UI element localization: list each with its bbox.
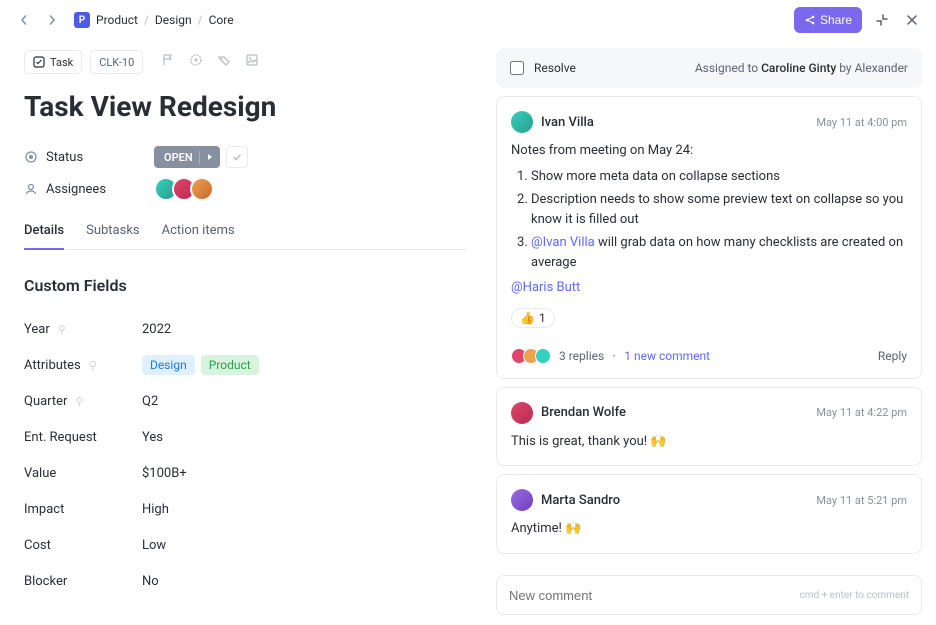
cf-label-blocker: Blocker <box>24 574 142 589</box>
breadcrumb-space[interactable]: Product <box>96 13 138 27</box>
cf-label-impact: Impact <box>24 502 142 517</box>
mention-link[interactable]: @Ivan Villa <box>531 235 595 250</box>
tabs: Details Subtasks Action items <box>24 223 466 250</box>
comment-body: Notes from meeting on May 24: Show more … <box>511 141 907 298</box>
cf-label-year: Year⚲ <box>24 322 142 337</box>
left-panel: Task CLK-10 Task View Redesign Status OP… <box>0 40 490 625</box>
image-icon[interactable] <box>245 53 259 71</box>
comment-time: May 11 at 4:22 pm <box>816 406 907 419</box>
breadcrumb: P Product / Design / Core <box>74 12 234 28</box>
pin-icon: ⚲ <box>89 359 97 372</box>
cf-label-ent-request: Ent. Request <box>24 430 142 445</box>
cf-value-blocker[interactable]: No <box>142 574 159 589</box>
status-next-icon[interactable] <box>199 151 214 164</box>
resolve-label[interactable]: Resolve <box>534 61 576 75</box>
cf-label-value: Value <box>24 466 142 481</box>
comment-card: Brendan Wolfe May 11 at 4:22 pm This is … <box>496 387 922 467</box>
avatar <box>511 111 533 133</box>
right-panel: Resolve Assigned to Caroline Ginty by Al… <box>490 40 936 625</box>
task-type-chip[interactable]: Task <box>24 50 82 74</box>
resolve-checkbox[interactable] <box>510 61 524 75</box>
comment-composer[interactable]: cmd + enter to comment <box>496 575 922 615</box>
comment-card: Ivan Villa May 11 at 4:00 pm Notes from … <box>496 96 922 379</box>
space-badge: P <box>74 12 90 28</box>
comment-author[interactable]: Ivan Villa <box>541 115 594 130</box>
composer-hint: cmd + enter to comment <box>800 590 909 601</box>
tag-icon[interactable] <box>217 53 231 71</box>
comment-input[interactable] <box>509 588 800 603</box>
comment-card: Marta Sandro May 11 at 5:21 pm Anytime! … <box>496 474 922 554</box>
cf-value-value[interactable]: $100B+ <box>142 466 187 481</box>
reply-button[interactable]: Reply <box>878 349 907 363</box>
comment-author[interactable]: Marta Sandro <box>541 493 620 508</box>
replies-count[interactable]: 3 replies <box>559 349 604 363</box>
cf-label-cost: Cost <box>24 538 142 553</box>
mention-link[interactable]: @Haris Butt <box>511 280 580 295</box>
sprint-icon[interactable] <box>189 53 203 71</box>
assignees-label: Assignees <box>24 182 154 197</box>
new-comment-badge[interactable]: 1 new comment <box>624 349 710 363</box>
cf-value-attributes[interactable]: DesignProduct <box>142 355 265 375</box>
cf-label-attributes: Attributes⚲ <box>24 358 142 373</box>
pin-icon: ⚲ <box>58 323 66 336</box>
reaction-chip[interactable]: 👍 1 <box>511 308 555 328</box>
topbar: P Product / Design / Core Share <box>0 0 936 40</box>
complete-checkbox[interactable] <box>226 146 248 168</box>
comment-body: Anytime! 🙌 <box>511 519 907 539</box>
breadcrumb-list[interactable]: Core <box>209 13 234 27</box>
reply-avatars <box>511 348 551 364</box>
task-title[interactable]: Task View Redesign <box>24 90 466 123</box>
cf-value-cost[interactable]: Low <box>142 538 166 553</box>
assignee-link[interactable]: Caroline Ginty <box>761 61 836 75</box>
cf-value-ent-request[interactable]: Yes <box>142 430 163 445</box>
comment-time: May 11 at 4:00 pm <box>816 116 907 129</box>
status-pill[interactable]: OPEN <box>154 146 220 168</box>
comment-author[interactable]: Brendan Wolfe <box>541 405 626 420</box>
comment-time: May 11 at 5:21 pm <box>816 494 907 507</box>
nav-back-button[interactable] <box>14 10 34 30</box>
avatar <box>190 177 214 201</box>
share-button[interactable]: Share <box>794 7 862 33</box>
cf-value-quarter[interactable]: Q2 <box>142 394 158 409</box>
resolve-assignment: Assigned to Caroline Ginty by Alexander <box>695 61 908 75</box>
assignees-avatars[interactable] <box>154 177 214 201</box>
tab-details[interactable]: Details <box>24 223 64 250</box>
comment-body: This is great, thank you! 🙌 <box>511 432 907 452</box>
close-icon[interactable] <box>902 10 922 30</box>
tab-subtasks[interactable]: Subtasks <box>86 223 140 249</box>
cf-label-quarter: Quarter⚲ <box>24 394 142 409</box>
status-label: Status <box>24 150 154 165</box>
nav-forward-button[interactable] <box>42 10 62 30</box>
tab-action-items[interactable]: Action items <box>162 223 235 249</box>
resolve-bar: Resolve Assigned to Caroline Ginty by Al… <box>496 48 922 88</box>
avatar <box>511 402 533 424</box>
cf-value-year[interactable]: 2022 <box>142 322 171 337</box>
flag-icon[interactable] <box>161 53 175 71</box>
minimize-icon[interactable] <box>872 10 892 30</box>
custom-fields-title: Custom Fields <box>24 276 466 295</box>
cf-value-impact[interactable]: High <box>142 502 169 517</box>
avatar <box>511 489 533 511</box>
pin-icon: ⚲ <box>75 395 83 408</box>
breadcrumb-folder[interactable]: Design <box>155 13 192 27</box>
task-id-chip[interactable]: CLK-10 <box>90 50 143 74</box>
